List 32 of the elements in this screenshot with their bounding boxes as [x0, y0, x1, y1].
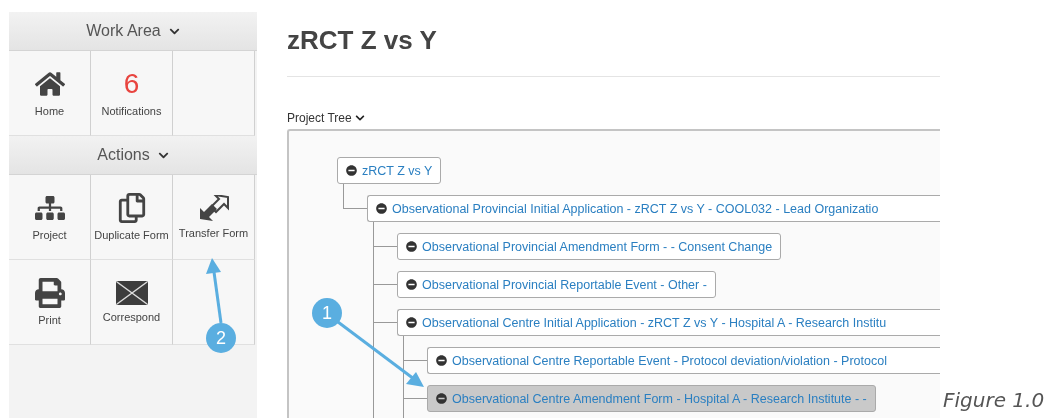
collapse-icon[interactable] — [406, 279, 417, 290]
sidebar-tile[interactable]: Project — [9, 175, 91, 260]
printer-icon — [34, 278, 65, 308]
sidebar-tile[interactable]: Duplicate Form — [91, 175, 173, 260]
chevron-down-icon[interactable] — [354, 113, 365, 123]
collapse-icon[interactable] — [346, 165, 357, 176]
hierarchy-icon — [34, 193, 65, 223]
sidebar-tile[interactable]: Correspond — [91, 260, 173, 345]
sidebar-tile[interactable]: Home — [9, 51, 91, 136]
tree-node[interactable]: Observational Provincial Initial Application - zRCT Z vs Y - COOL032 - Lead Organizatio — [367, 195, 940, 222]
sidebar-tile[interactable]: Transfer Form — [173, 175, 255, 260]
pointer-arrow — [206, 258, 223, 324]
notification-count: 6 — [123, 69, 140, 99]
tree-node[interactable]: Observational Provincial Amendment Form - - Consent Change — [397, 233, 782, 260]
tree-node[interactable]: Observational Centre Initial Application - zRCT Z vs Y - Hospital A - Research Institu — [397, 309, 940, 336]
collapse-icon[interactable] — [436, 393, 447, 404]
copy-icon — [116, 193, 147, 223]
tree-toggle[interactable]: Project Tree — [287, 111, 940, 125]
tree-node[interactable]: zRCT Z vs Y — [337, 157, 442, 184]
collapse-icon[interactable] — [436, 355, 447, 366]
sidebar-tile[interactable]: 6 Notifications — [91, 51, 173, 136]
page-title: zRCT Z vs Y — [287, 24, 438, 57]
sidebar-tile[interactable]: Print — [9, 260, 91, 345]
collapse-icon[interactable] — [406, 241, 417, 252]
tree-node[interactable]: Observational Centre Reportable Event - Protocol deviation/violation - Protocol — [427, 347, 940, 374]
home-icon — [34, 69, 65, 99]
diagonal-arrows-icon — [197, 195, 230, 221]
tree-node[interactable]: Observational Provincial Reportable Event - Other - — [397, 271, 716, 298]
envelope-icon — [115, 281, 148, 305]
collapse-icon[interactable] — [406, 317, 417, 328]
figure-caption: Figure 1.0 — [943, 388, 1045, 412]
collapse-icon[interactable] — [376, 203, 387, 214]
